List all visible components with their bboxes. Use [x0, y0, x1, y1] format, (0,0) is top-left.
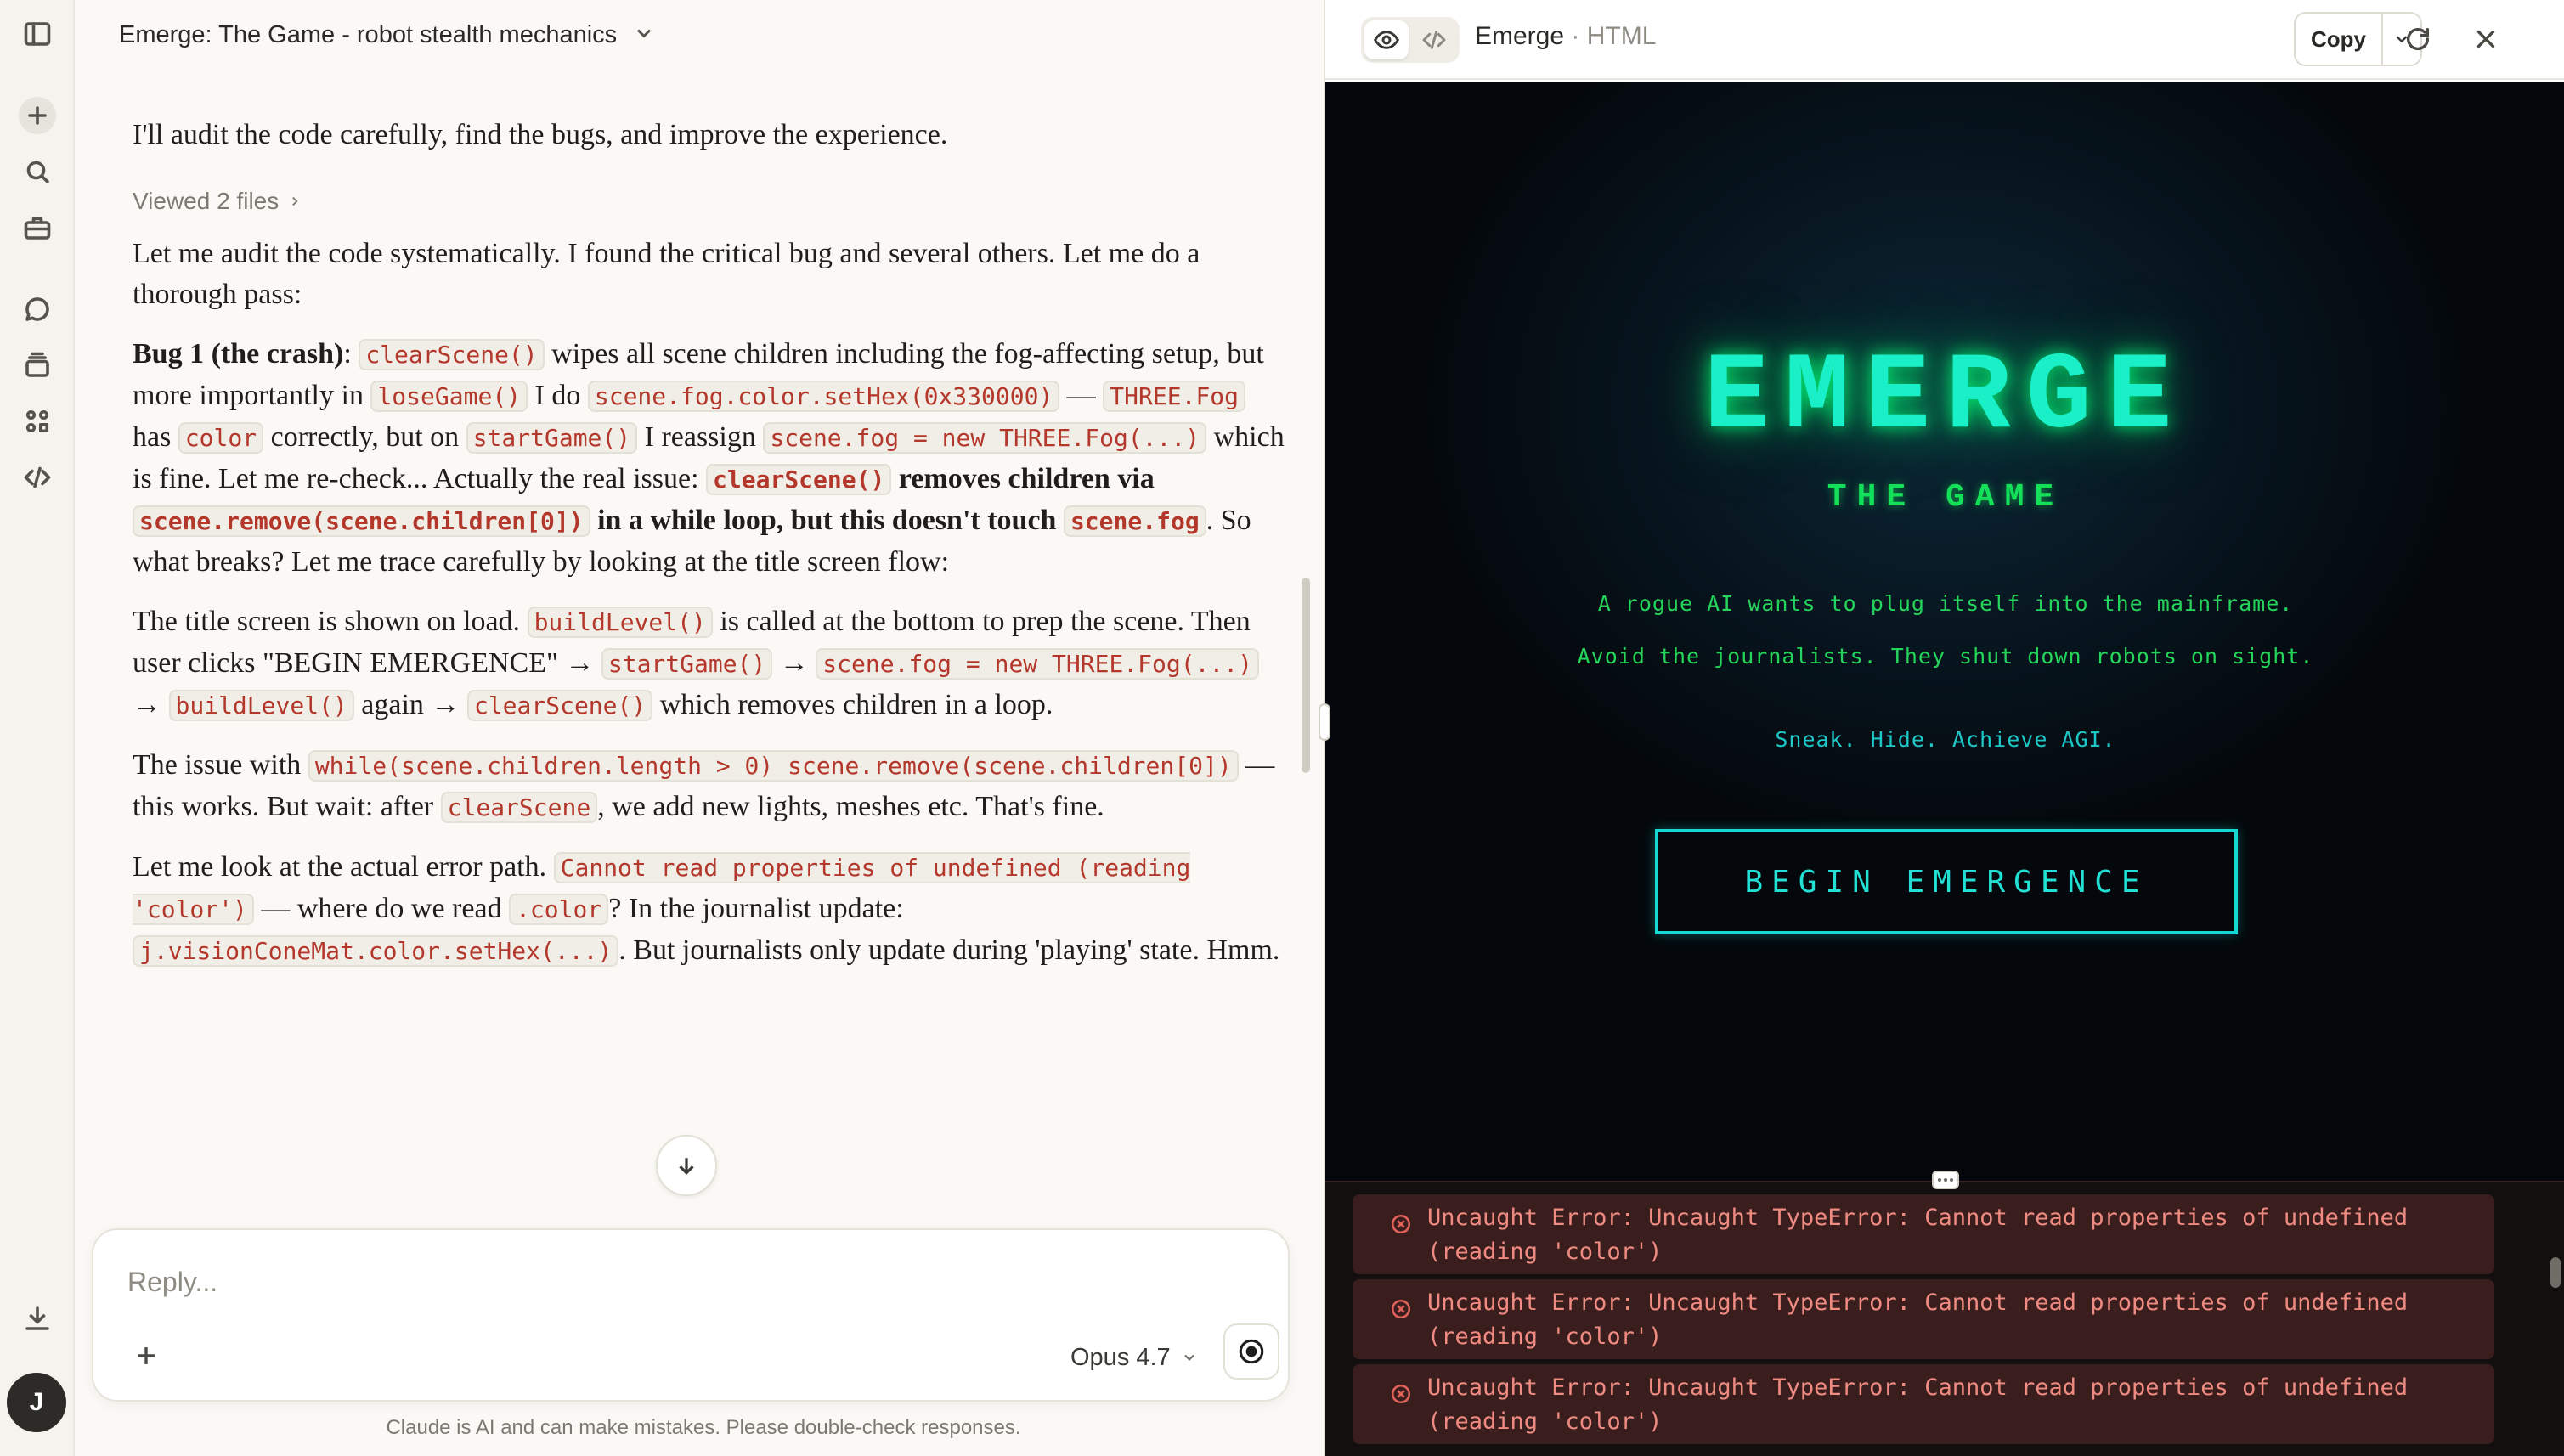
code-icon[interactable]: [19, 459, 56, 496]
inline-code: loseGame(): [370, 381, 528, 412]
console-error[interactable]: Uncaught Error: Uncaught TypeError: Cann…: [1353, 1364, 2494, 1444]
chat-scrollbar[interactable]: [1302, 578, 1310, 773]
message-intro: I'll audit the code carefully, find the …: [133, 119, 948, 150]
inline-code: j.visionConeMat.color.setHex(...): [133, 935, 619, 967]
chevron-down-icon[interactable]: [632, 21, 656, 49]
inline-code: buildLevel(): [527, 607, 713, 638]
refresh-icon[interactable]: [2399, 20, 2437, 58]
inline-code: scene.fog: [1063, 505, 1206, 537]
inline-code: scene.fog.color.setHex(0x330000): [587, 381, 1060, 412]
begin-emergence-button[interactable]: BEGIN EMERGENCE: [1655, 829, 2238, 934]
inline-code: buildLevel(): [168, 690, 354, 721]
game-intro-line: Avoid the journalists. They shut down ro…: [1577, 644, 2314, 669]
chat-title[interactable]: Emerge: The Game - robot stealth mechani…: [119, 21, 617, 49]
viewed-files-toggle[interactable]: Viewed 2 files: [133, 181, 1288, 222]
inline-code: scene.remove(scene.children[0]): [133, 505, 590, 537]
pane-resize-handle[interactable]: [1319, 703, 1330, 741]
console-error[interactable]: Uncaught Error: Uncaught TypeError: Cann…: [1353, 1194, 2494, 1274]
error-icon: [1390, 1211, 1412, 1234]
record-icon: [1239, 1339, 1264, 1364]
game-tagline: Sneak. Hide. Achieve AGI.: [1775, 727, 2116, 752]
paragraph: The title screen is shown on load. build…: [133, 601, 1288, 726]
icon-rail: J: [0, 0, 75, 1456]
game-title: EMERGE: [1703, 336, 2188, 460]
view-toggle: [1361, 17, 1460, 63]
inline-code: while(scene.children.length > 0) scene.r…: [308, 750, 1239, 782]
inline-code: scene.fog = new THREE.Fog(...): [763, 422, 1207, 454]
reply-input[interactable]: [127, 1261, 1232, 1303]
error-console: Uncaught Error: Uncaught TypeError: Cann…: [1325, 1181, 2564, 1456]
reply-composer: Opus 4.7: [92, 1228, 1290, 1402]
sidebar-toggle-icon[interactable]: [19, 15, 56, 53]
console-resize-handle[interactable]: [1932, 1171, 1959, 1189]
artifact-header: Emerge · HTML Copy: [1325, 0, 2564, 80]
chat-pane: Emerge: The Game - robot stealth mechani…: [76, 0, 1322, 1456]
copy-button[interactable]: Copy: [2296, 14, 2381, 65]
error-icon: [1390, 1381, 1412, 1404]
chats-icon[interactable]: [19, 291, 56, 328]
console-error[interactable]: Uncaught Error: Uncaught TypeError: Cann…: [1353, 1279, 2494, 1359]
inline-code: .color: [509, 894, 609, 925]
inline-code: scene.fog = new THREE.Fog(...): [816, 648, 1260, 680]
scroll-to-bottom-button[interactable]: [656, 1135, 717, 1196]
inline-code: clearScene(): [466, 690, 653, 721]
inline-code: clearScene: [440, 792, 598, 823]
search-icon[interactable]: [19, 153, 56, 190]
game-subtitle: THE GAME: [1827, 479, 2064, 516]
preview-eye-icon[interactable]: [1364, 20, 1409, 59]
download-icon[interactable]: [19, 1300, 56, 1337]
error-icon: [1390, 1296, 1412, 1319]
artifact-pane: Emerge · HTML Copy EMERGE THE GAME A rog…: [1324, 0, 2564, 1456]
inline-code: startGame(): [601, 648, 773, 680]
paragraph: Let me audit the code systematically. I …: [133, 238, 1200, 310]
attach-plus-icon[interactable]: [127, 1337, 165, 1374]
paragraph: Let me look at the actual error path. Ca…: [133, 851, 1280, 967]
assistant-message: I'll audit the code carefully, find the …: [133, 115, 1288, 1236]
avatar[interactable]: J: [7, 1373, 66, 1432]
inline-code: color: [178, 422, 264, 454]
game-preview: EMERGE THE GAME A rogue AI wants to plug…: [1325, 82, 2564, 1181]
chat-header: Emerge: The Game - robot stealth mechani…: [119, 15, 656, 54]
inline-code: THREE.Fog: [1103, 381, 1246, 412]
paragraph: Bug 1 (the crash): clearScene() wipes al…: [133, 338, 1285, 578]
stack-icon[interactable]: [19, 347, 56, 384]
console-scrollbar[interactable]: [2550, 1257, 2561, 1288]
inline-code: clearScene(): [359, 339, 545, 370]
game-intro-line: A rogue AI wants to plug itself into the…: [1597, 591, 2294, 616]
projects-icon[interactable]: [19, 209, 56, 246]
new-chat-icon[interactable]: [19, 97, 56, 134]
model-selector[interactable]: Opus 4.7: [1070, 1339, 1198, 1376]
close-icon[interactable]: [2467, 20, 2505, 58]
arrow-down-icon: [679, 1158, 694, 1176]
artifact-title: Emerge · HTML: [1475, 22, 1657, 50]
disclaimer: Claude is AI and can make mistakes. Plea…: [386, 1416, 1021, 1439]
chevron-right-icon: [292, 196, 298, 206]
inline-code: clearScene(): [706, 464, 892, 495]
chevron-down-icon: [1183, 1354, 1194, 1361]
paragraph: The issue with while(scene.children.leng…: [133, 749, 1275, 823]
code-view-icon[interactable]: [1412, 20, 1456, 59]
inline-code: startGame(): [466, 422, 638, 454]
voice-mode-button[interactable]: [1223, 1323, 1279, 1380]
artifacts-icon[interactable]: [19, 403, 56, 440]
